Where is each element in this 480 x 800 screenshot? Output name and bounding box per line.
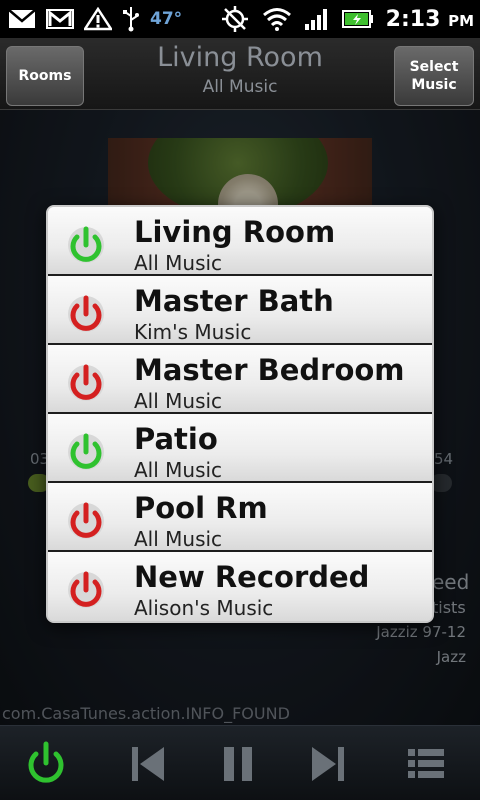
room-name: Living Room xyxy=(134,215,336,249)
power-off-icon[interactable] xyxy=(64,361,108,405)
rooms-dialog: Living Room All Music Master Bath Kim's … xyxy=(46,205,434,623)
header: Rooms Living Room All Music Select Music xyxy=(0,38,480,110)
power-on-icon[interactable] xyxy=(64,223,108,267)
room-name: Master Bath xyxy=(134,284,334,318)
list-icon xyxy=(408,749,444,778)
menu-button[interactable] xyxy=(396,736,456,792)
previous-icon xyxy=(132,747,164,781)
power-off-icon[interactable] xyxy=(64,499,108,543)
room-source: All Music xyxy=(134,251,223,275)
room-title: Living Room xyxy=(157,42,323,73)
room-row-patio[interactable]: Patio All Music xyxy=(48,414,432,483)
room-row-new-recorded[interactable]: New Recorded Alison's Music xyxy=(48,552,432,621)
power-button[interactable] xyxy=(16,736,76,792)
room-name: Patio xyxy=(134,422,218,456)
room-row-living-room[interactable]: Living Room All Music xyxy=(48,207,432,276)
status-bar: 47° 2:13 PM xyxy=(0,0,480,38)
power-off-icon[interactable] xyxy=(64,292,108,336)
room-source: Alison's Music xyxy=(134,596,274,620)
next-button[interactable] xyxy=(298,736,358,792)
power-icon xyxy=(28,741,64,783)
wifi-icon xyxy=(262,8,291,31)
next-icon xyxy=(312,747,344,781)
select-music-label-line2: Music xyxy=(411,77,457,93)
room-name: Pool Rm xyxy=(134,491,268,525)
pause-icon xyxy=(224,747,252,781)
gps-off-icon xyxy=(221,6,248,32)
clock: 2:13 PM xyxy=(386,7,474,32)
room-source: All Music xyxy=(134,527,223,551)
signal-icon xyxy=(304,9,327,30)
room-row-master-bedroom[interactable]: Master Bedroom All Music xyxy=(48,345,432,414)
warning-icon xyxy=(84,7,112,31)
temperature-text: 47° xyxy=(150,9,183,29)
room-source: Kim's Music xyxy=(134,320,252,344)
playback-controls xyxy=(0,725,480,800)
select-music-label: Select Music xyxy=(410,58,459,94)
room-source: All Music xyxy=(202,77,278,97)
select-music-label-line1: Select xyxy=(409,59,459,75)
power-on-icon[interactable] xyxy=(64,430,108,474)
previous-button[interactable] xyxy=(118,736,178,792)
battery-icon xyxy=(341,10,373,28)
room-row-pool-rm[interactable]: Pool Rm All Music xyxy=(48,483,432,552)
room-row-master-bath[interactable]: Master Bath Kim's Music xyxy=(48,276,432,345)
room-name: Master Bedroom xyxy=(134,353,405,387)
room-source: All Music xyxy=(134,389,223,413)
rooms-button[interactable]: Rooms xyxy=(6,46,84,106)
pause-button[interactable] xyxy=(208,736,268,792)
select-music-button[interactable]: Select Music xyxy=(394,46,474,106)
clock-time: 2:13 xyxy=(385,6,441,32)
power-off-icon[interactable] xyxy=(64,568,108,612)
room-name: New Recorded xyxy=(134,560,370,594)
mail-icon xyxy=(8,9,36,28)
room-source: All Music xyxy=(134,458,223,482)
clock-ampm: PM xyxy=(448,11,474,30)
usb-icon xyxy=(123,7,139,32)
gmail-icon xyxy=(46,9,74,29)
